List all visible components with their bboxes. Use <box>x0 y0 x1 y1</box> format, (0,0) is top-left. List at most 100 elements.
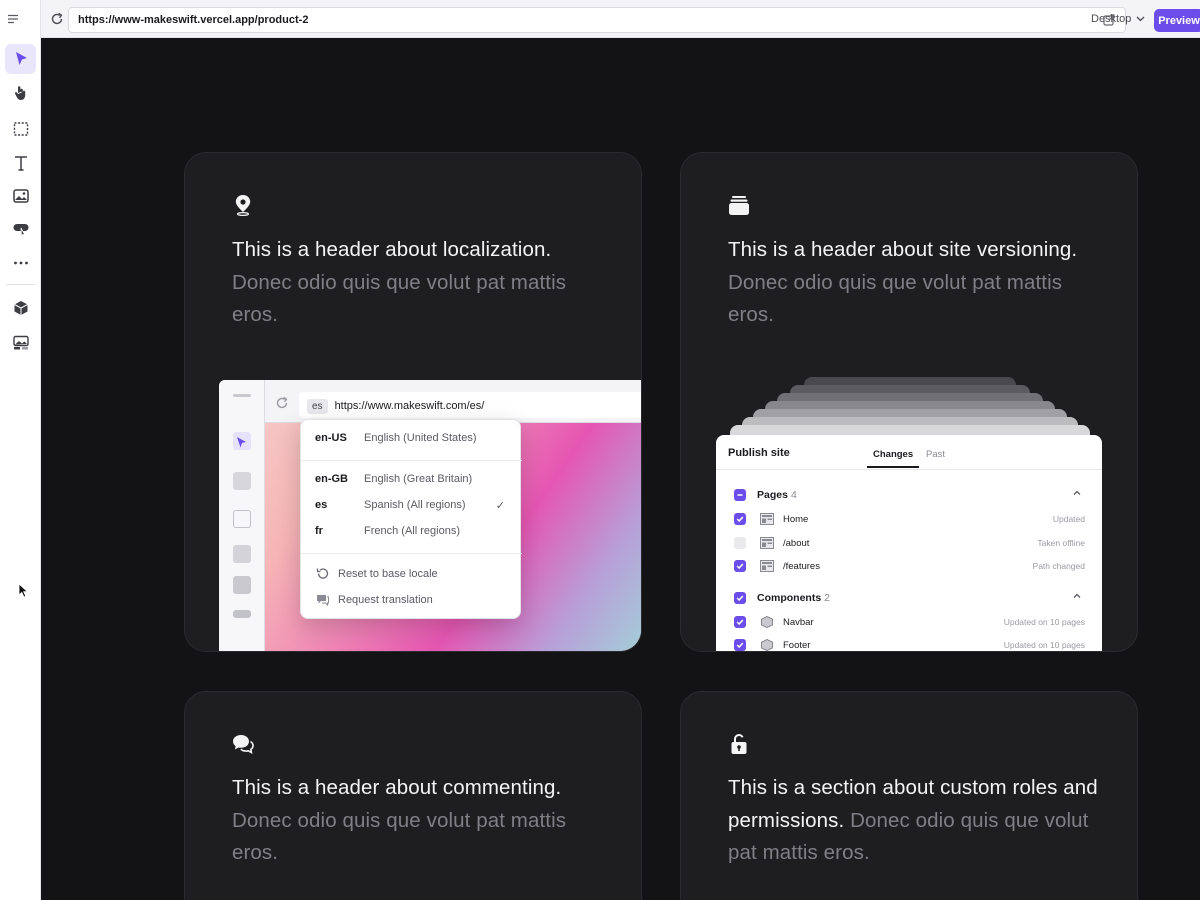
reload-icon[interactable] <box>47 9 67 29</box>
tab-past: Past <box>926 449 946 460</box>
device-select[interactable]: Desktop <box>1091 13 1145 25</box>
group-label: Components 2 <box>757 592 830 604</box>
group-name: Components <box>757 592 822 604</box>
text-tool-icon[interactable] <box>5 148 36 178</box>
media-tool-icon[interactable] <box>5 328 36 358</box>
locale-menu: en-US English (United States) en-GB Engl… <box>300 419 522 619</box>
card-heading-muted: Donec odio quis que volut pat mattis ero… <box>728 270 1063 327</box>
mock-address-bar: es https://www.makeswift.com/es/ <box>265 380 641 423</box>
select-tool-icon[interactable] <box>5 44 36 74</box>
group-count: 2 <box>824 592 831 604</box>
locale-option: en-US English (United States) <box>301 428 522 450</box>
box-tool-icon[interactable] <box>5 114 36 144</box>
reset-locale-action: Reset to base locale <box>315 566 515 581</box>
locale-name: English (United States) <box>364 432 477 444</box>
group-count: 4 <box>790 489 797 501</box>
publish-title: Publish site <box>728 447 790 459</box>
chevron-up-icon <box>1073 490 1081 495</box>
rail-divider <box>6 284 35 285</box>
locale-option: fr French (All regions) <box>301 521 522 543</box>
preview-button[interactable]: Preview <box>1154 9 1200 32</box>
component-name: Footer <box>783 640 811 651</box>
stack-icon <box>729 196 749 215</box>
locale-option-selected: es Spanish (All regions) ✓ <box>301 495 522 517</box>
chevron-up-icon <box>1073 593 1081 598</box>
component-tool-icon[interactable] <box>5 293 36 323</box>
locale-code: es <box>315 499 328 511</box>
image-tool-icon[interactable] <box>5 181 36 211</box>
component-icon <box>761 616 773 628</box>
checkbox-unchecked <box>734 537 746 549</box>
page-status: Updated <box>1052 514 1085 524</box>
page-status: Path changed <box>1032 561 1085 571</box>
checkbox-checked <box>734 560 746 572</box>
panel-divider <box>716 469 1102 470</box>
tab-changes: Changes <box>866 449 920 468</box>
feature-card-versioning: This is a header about site versioning. … <box>680 152 1138 652</box>
component-icon <box>761 639 773 651</box>
page-icon <box>760 560 774 572</box>
checkbox-indeterminate <box>734 489 746 501</box>
checkbox-checked <box>734 513 746 525</box>
locale-code: en-US <box>315 432 347 444</box>
check-icon: ✓ <box>495 500 505 512</box>
locale-name: French (All regions) <box>364 525 460 537</box>
list-item: Footer Updated on 10 pages <box>716 635 1102 651</box>
chat-bubbles-icon <box>233 735 254 754</box>
group-row-components: Components 2 <box>716 588 1102 608</box>
feature-card-localization: This is a header about localization. Don… <box>184 152 642 652</box>
request-translation-action: Request translation <box>315 592 515 607</box>
mock-select-icon <box>237 437 246 448</box>
location-pin-icon <box>235 195 251 217</box>
card-heading-muted: Donec odio quis que volut pat mattis ero… <box>232 808 567 865</box>
unlock-icon <box>731 734 747 754</box>
menu-icon[interactable] <box>0 6 25 32</box>
card-heading: This is a header about localization. Don… <box>232 234 604 332</box>
feature-card-commenting: This is a header about commenting. Donec… <box>184 691 642 900</box>
locale-chip: es <box>307 399 328 414</box>
locale-name: Spanish (All regions) <box>364 499 466 511</box>
chat-icon <box>317 595 329 607</box>
mock-url-field: es https://www.makeswift.com/es/ <box>299 392 641 418</box>
group-label: Pages 4 <box>757 489 797 501</box>
url-input[interactable]: https://www-makeswift.vercel.app/product… <box>68 7 1126 33</box>
more-tools-icon[interactable] <box>5 248 36 278</box>
menu-divider <box>301 553 522 554</box>
locale-code: fr <box>315 525 323 537</box>
locale-option: en-GB English (Great Britain) <box>301 469 522 491</box>
mock-url-text: https://www.makeswift.com/es/ <box>334 400 485 412</box>
component-name: Navbar <box>783 617 814 628</box>
feature-card-permissions: This is a section about custom roles and… <box>680 691 1138 900</box>
tool-rail <box>0 0 41 900</box>
locale-name: English (Great Britain) <box>364 473 473 485</box>
chevron-down-icon <box>1136 16 1145 22</box>
card-heading-strong: This is a header about site versioning. <box>728 238 1078 261</box>
page-name: /features <box>783 561 820 572</box>
locale-code: en-GB <box>315 473 348 485</box>
request-translation-label: Request translation <box>338 593 433 606</box>
page-status: Taken offline <box>1037 538 1085 548</box>
component-status: Updated on 10 pages <box>1003 640 1085 650</box>
button-tool-icon[interactable] <box>5 214 36 244</box>
card-heading-muted: Donec odio quis que volut pat mattis ero… <box>232 270 567 327</box>
checkbox-checked <box>734 616 746 628</box>
card-heading: This is a section about custom roles and… <box>728 772 1100 870</box>
page-icon <box>760 513 774 525</box>
localization-mockup: es https://www.makeswift.com/es/ en-US En… <box>219 380 641 651</box>
mock-tool-rail <box>219 380 265 651</box>
url-text: https://www-makeswift.vercel.app/product… <box>78 14 309 26</box>
address-bar: https://www-makeswift.vercel.app/product… <box>41 0 1200 38</box>
list-item: /about Taken offline <box>716 533 1102 553</box>
group-row-pages: Pages 4 <box>716 485 1102 505</box>
list-item: Navbar Updated on 10 pages <box>716 612 1102 632</box>
reset-locale-label: Reset to base locale <box>338 567 438 580</box>
checkbox-checked <box>734 592 746 604</box>
mock-reload-icon <box>276 396 288 409</box>
hand-tool-icon[interactable] <box>5 78 36 108</box>
page-name: Home <box>783 514 809 525</box>
card-heading: This is a header about site versioning. … <box>728 234 1100 332</box>
checkbox-checked <box>734 639 746 651</box>
page-name: /about <box>783 538 810 549</box>
device-label: Desktop <box>1091 13 1132 25</box>
group-name: Pages <box>757 489 788 501</box>
